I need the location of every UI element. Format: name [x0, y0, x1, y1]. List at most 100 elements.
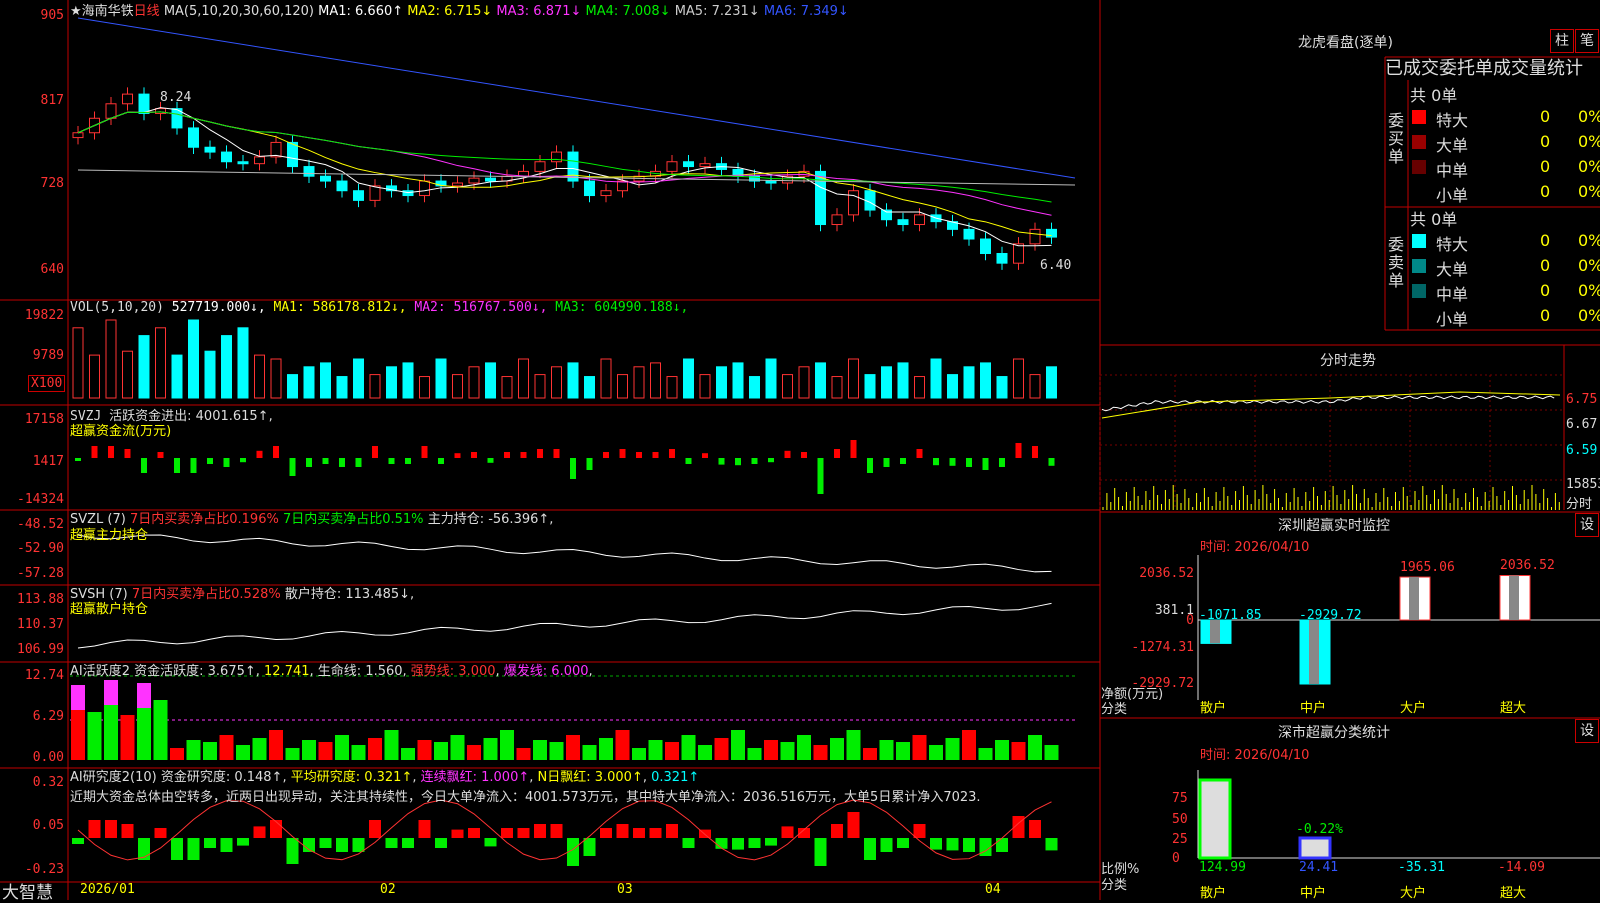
sz-stat-settings-button[interactable]: 设: [1575, 719, 1599, 743]
size-pct: 0%: [1578, 231, 1600, 250]
volume-bar: [897, 362, 909, 399]
candle-body: [551, 151, 562, 163]
volume-bar: [930, 358, 942, 399]
axis-label: 817: [40, 93, 64, 108]
size-count: 0: [1540, 256, 1551, 275]
size-swatch: [1412, 135, 1426, 149]
research-bar: [534, 824, 546, 838]
volume-bar: [881, 366, 892, 399]
fund-bar: [537, 449, 543, 458]
size-pct: 0%: [1578, 306, 1600, 325]
fund-bar: [900, 458, 906, 464]
monitor-bar-shade: [1509, 575, 1519, 620]
order-count: 共 0单: [1410, 210, 1458, 229]
research-bar: [319, 838, 332, 848]
main-position-line: [77, 534, 1052, 573]
research-bar: [831, 824, 843, 838]
vol-value: MA3: 604990.188↓,: [555, 300, 689, 315]
ma-value: MA6: 7.349↓: [763, 4, 849, 19]
axis-label: -48.52: [17, 517, 64, 532]
fund-bar: [190, 458, 197, 473]
activity-bar: [599, 738, 613, 760]
intraday-axis-label: 分时: [1566, 497, 1593, 512]
main-charts[interactable]: [0, 0, 1600, 900]
candle-body: [452, 182, 463, 187]
activity-bar: [995, 740, 1009, 760]
ai1-t4: 强势线: 3.000: [410, 664, 496, 679]
monitor-ylabel2: 分类: [1101, 702, 1128, 717]
activity-bar: [137, 708, 151, 760]
volume-bar: [353, 358, 364, 399]
fund-bar: [339, 458, 345, 467]
ma-value: MA4: 7.008↓: [585, 4, 675, 19]
volume-bar: [221, 335, 232, 399]
fund-bar: [1032, 446, 1038, 458]
size-swatch: [1412, 234, 1426, 248]
svsh-sub: 超赢散户持仓: [70, 602, 149, 617]
volume-bar: [155, 327, 166, 399]
activity-bar: [797, 735, 811, 760]
research-bar: [501, 828, 513, 838]
volume-bar: [336, 376, 348, 399]
research-bar: [138, 838, 150, 860]
activity-bar: [978, 748, 993, 760]
fund-bar: [949, 458, 956, 466]
axis-label: 1417: [32, 454, 64, 469]
volume-bar: [782, 374, 793, 399]
research-bar: [204, 838, 216, 848]
activity-bar: [417, 740, 432, 760]
ma-value: MA5: 7.231↓: [674, 4, 764, 19]
fund-bar: [735, 458, 741, 466]
svzl-t2: 7日内买卖净占比0.51%: [282, 512, 424, 527]
stat-axis-label: 25: [1172, 832, 1188, 847]
candle-body: [105, 103, 117, 119]
research-bar: [897, 838, 909, 848]
research-bar: [616, 824, 629, 838]
date-tick: 02: [380, 882, 396, 897]
volume-bar: [419, 376, 430, 399]
tab-bar[interactable]: 柱: [1550, 29, 1574, 53]
size-name: 大单: [1436, 136, 1469, 155]
tab-tick[interactable]: 笔: [1575, 29, 1599, 53]
stat-pct: -0.22%: [1296, 822, 1343, 837]
volume-bar: [287, 374, 298, 399]
ma-value: MA2: 6.715↓: [407, 4, 497, 19]
vol-values: 527719.000↓, MA1: 586178.812↓, MA2: 5167…: [172, 300, 689, 315]
fund-bar: [454, 453, 461, 458]
research-bar: [946, 838, 959, 851]
activity-peak: [137, 683, 151, 708]
candle-body: [534, 161, 546, 172]
period-label: 日线: [133, 4, 160, 19]
fund-bar: [619, 449, 626, 458]
research-bar: [435, 838, 447, 848]
fund-bar: [487, 458, 494, 463]
intraday-avg-line: [1101, 391, 1561, 419]
activity-bar: [813, 745, 828, 760]
low-mark: 6.40: [1040, 258, 1072, 273]
activity-bar: [104, 705, 118, 760]
volume-bar: [567, 362, 579, 399]
volume-bar: [402, 362, 414, 399]
volume-bar: [617, 374, 628, 399]
activity-bar: [1044, 745, 1059, 760]
volume-bar: [518, 358, 529, 399]
research-bar: [748, 838, 761, 848]
size-name: 特大: [1436, 111, 1469, 130]
fund-bar: [207, 458, 213, 464]
size-name: 大单: [1436, 260, 1469, 279]
fund-bar: [223, 458, 230, 467]
activity-bar: [351, 745, 366, 760]
date-tick: 04: [985, 882, 1001, 897]
activity-bar: [615, 730, 630, 760]
sz-monitor-settings-button[interactable]: 设: [1575, 513, 1599, 537]
ma-value: MA3: 6.871↓: [496, 4, 586, 19]
research-bar: [847, 812, 860, 838]
ai2-label: AI研究度2(10): [70, 770, 157, 785]
activity-bar: [203, 742, 217, 760]
fund-bar: [834, 449, 840, 458]
ai1-t3: 生命线: 1.560: [317, 664, 403, 679]
activity-bar: [879, 740, 894, 760]
activity-bar: [401, 748, 415, 760]
fund-bar: [124, 449, 131, 458]
activity-bar: [681, 735, 696, 760]
